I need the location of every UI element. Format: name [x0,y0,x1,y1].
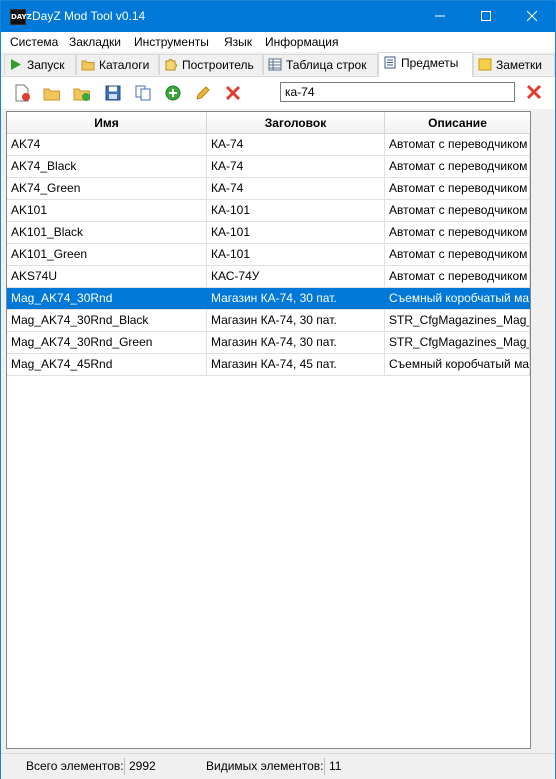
cell-title: Магазин КА-74, 45 пат. [207,354,385,375]
tab-items-label: Предметы [401,56,459,70]
cell-title: КА-101 [207,244,385,265]
items-list-icon [384,56,396,69]
cell-title: Магазин КА-74, 30 пат. [207,310,385,331]
menu-language[interactable]: Язык [224,35,252,49]
folder-icon [81,60,95,71]
cell-description: Съемный коробчатый ма [385,354,530,375]
cell-name: Mag_AK74_30Rnd [7,288,207,309]
cell-title: КА-74 [207,156,385,177]
table-row[interactable]: Mag_AK74_30Rnd_Black Магазин КА-74, 30 па… [7,310,530,332]
cell-name: AK74 [7,134,207,155]
cell-name: Mag_AK74_30Rnd_Green [7,332,207,353]
column-header-name[interactable]: Имя [7,112,207,134]
add-folder-icon[interactable] [73,84,91,102]
tab-string-table-label: Таблица строк [286,58,367,72]
visible-items-value: 11 [324,758,346,775]
search-input[interactable] [280,82,515,102]
cell-name: AK74_Black [7,156,207,177]
tab-items[interactable]: Предметы [378,52,473,77]
table-row[interactable]: Mag_AK74_30Rnd_Green Магазин КА-74, 30 па… [7,332,530,354]
table-row[interactable]: AK74_Black КА-74 Автомат с переводчиком [7,156,530,178]
cell-name: AK101_Black [7,222,207,243]
table-row[interactable]: AK74 КА-74 Автомат с переводчиком [7,134,530,156]
table-row[interactable]: AK101_Black КА-101 Автомат с переводчиком [7,222,530,244]
cell-title: Магазин КА-74, 30 пат. [207,332,385,353]
tab-builder-label: Построитель [182,58,254,72]
cell-name: AKS74U [7,266,207,287]
add-icon[interactable] [164,84,182,102]
items-table: Имя Заголовок Описание AK74 КА-74 Автомат … [6,111,531,749]
table-row[interactable]: AK74_Green КА-74 Автомат с переводчиком [7,178,530,200]
title-bar[interactable]: DAYZ DayZ Mod Tool v0.14 [1,1,555,32]
copy-icon[interactable] [134,84,152,102]
cell-name: AK101_Green [7,244,207,265]
total-items-label: Всего элементов: [26,759,124,773]
tab-notes-label: Заметки [496,58,542,72]
cell-description: Автомат с переводчиком [385,222,530,243]
visible-items-label: Видимых элементов: [206,759,324,773]
save-icon[interactable] [104,84,122,102]
new-document-icon[interactable] [13,84,31,102]
edit-pencil-icon[interactable] [194,84,212,102]
menu-bar: Система Закладки Инструменты Язык Информ… [1,32,555,52]
tab-launch-label: Запуск [27,58,65,72]
window-title: DayZ Mod Tool v0.14 [32,9,146,23]
table-row[interactable]: Mag_AK74_45Rnd Магазин КА-74, 45 пат. Съем… [7,354,530,376]
maximize-button[interactable] [463,1,509,32]
minimize-button[interactable] [417,1,463,32]
app-logo-icon: DAYZ [10,9,32,25]
cell-description: Автомат с переводчиком [385,200,530,221]
cell-description: Автомат с переводчиком [385,134,530,155]
cell-name: AK101 [7,200,207,221]
close-icon [526,10,538,22]
cell-title: КА-101 [207,200,385,221]
cell-name: Mag_AK74_30Rnd_Black [7,310,207,331]
tab-catalogs-label: Каталоги [99,58,150,72]
open-folder-icon[interactable] [43,84,61,102]
cell-description: Автомат с переводчиком [385,156,530,177]
tab-launch[interactable]: Запуск [4,54,76,75]
column-header-title[interactable]: Заголовок [207,112,385,134]
table-row[interactable]: AKS74U КАС-74У Автомат с переводчиком [7,266,530,288]
cell-name: AK74_Green [7,178,207,199]
cell-description: Съемный коробчатый ма [385,288,530,309]
cell-title: КА-74 [207,134,385,155]
cell-description: STR_CfgMagazines_Mag_A [385,332,530,353]
column-header-description[interactable]: Описание [385,112,530,134]
tab-catalogs[interactable]: Каталоги [76,54,159,75]
delete-icon[interactable] [224,84,242,102]
total-items-value: 2992 [124,758,160,775]
cell-description: Автомат с переводчиком [385,244,530,265]
cell-title: КА-74 [207,178,385,199]
tab-bar: Запуск Каталоги Построитель Таблица стро… [1,52,555,77]
tab-builder[interactable]: Построитель [159,54,263,75]
clear-search-icon[interactable] [524,82,544,102]
note-icon [478,58,492,71]
puzzle-icon [165,59,177,71]
menu-info[interactable]: Информация [265,35,338,49]
menu-system[interactable]: Система [10,35,58,49]
cell-name: Mag_AK74_45Rnd [7,354,207,375]
table-row[interactable]: AK101_Green КА-101 Автомат с переводчиком [7,244,530,266]
table-row[interactable]: AK101 КА-101 Автомат с переводчиком [7,200,530,222]
tab-notes[interactable]: Заметки [473,54,555,75]
cell-description: STR_CfgMagazines_Mag_A [385,310,530,331]
close-button[interactable] [509,1,555,32]
table-icon [268,58,282,71]
main-window: DAYZ DayZ Mod Tool v0.14 Система Закладк… [0,0,556,779]
menu-bookmarks[interactable]: Закладки [69,35,121,49]
cell-title: КА-101 [207,222,385,243]
status-bar: Всего элементов: 2992 Видимых элементов:… [1,753,555,779]
minimize-icon [435,15,445,17]
cell-title: Магазин КА-74, 30 пат. [207,288,385,309]
cell-description: Автомат с переводчиком [385,266,530,287]
table-row[interactable]: Mag_AK74_30Rnd Магазин КА-74, 30 пат. Съем… [7,288,530,310]
cell-title: КАС-74У [207,266,385,287]
cell-description: Автомат с переводчиком [385,178,530,199]
play-icon [11,59,21,70]
maximize-icon [481,11,491,21]
tab-string-table[interactable]: Таблица строк [263,54,378,75]
menu-tools[interactable]: Инструменты [134,35,209,49]
